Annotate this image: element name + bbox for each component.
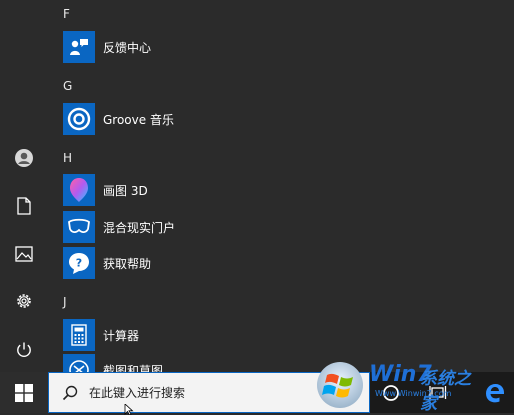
start-rail	[0, 0, 48, 372]
mixed-reality-icon	[63, 211, 95, 243]
rail-pictures-button[interactable]	[0, 234, 48, 274]
rail-power-button[interactable]	[0, 330, 48, 370]
app-label: 反馈中心	[103, 40, 152, 55]
group-header-g[interactable]: G	[63, 74, 93, 98]
app-label: 混合现实门户	[103, 220, 176, 235]
app-label: 计算器	[103, 328, 140, 343]
mouse-cursor-icon	[124, 404, 134, 415]
windows-logo-icon	[15, 383, 33, 402]
search-input[interactable]	[87, 384, 341, 401]
group-header-f[interactable]: F	[63, 2, 93, 26]
group-header-j[interactable]: J	[63, 290, 93, 314]
gear-icon	[17, 294, 31, 308]
start-menu: F 反馈中心 G Groove 音乐 H 画图 3D 混合现实门户 ? 获取帮助…	[0, 0, 514, 372]
app-label: 获取帮助	[103, 256, 152, 271]
edge-icon	[486, 383, 504, 402]
app-label: 画图 3D	[103, 183, 148, 198]
power-icon	[17, 342, 31, 357]
feedback-icon	[63, 31, 95, 63]
watermark-url: Www.Winwin7.com	[375, 389, 452, 398]
user-icon	[15, 149, 33, 167]
app-feedback-hub[interactable]: 反馈中心	[63, 30, 503, 64]
paint-3d-icon	[63, 174, 95, 206]
rail-settings-button[interactable]	[0, 281, 48, 321]
app-list: F 反馈中心 G Groove 音乐 H 画图 3D 混合现实门户 ? 获取帮助…	[48, 0, 514, 372]
rail-documents-button[interactable]	[0, 186, 48, 226]
app-label: 截图和草图	[103, 363, 164, 373]
app-get-help[interactable]: ? 获取帮助	[63, 246, 503, 280]
rail-user-button[interactable]	[0, 138, 48, 178]
app-paint-3d[interactable]: 画图 3D	[63, 173, 503, 207]
snip-sketch-icon	[63, 354, 95, 372]
svg-text:?: ?	[76, 257, 82, 270]
app-mixed-reality-portal[interactable]: 混合现实门户	[63, 210, 503, 244]
search-icon	[61, 384, 79, 402]
app-list-scrollbar[interactable]	[510, 0, 514, 372]
document-icon	[17, 197, 31, 215]
watermark: Win7 系统之家 Www.Winwin7.com	[315, 354, 485, 414]
start-button[interactable]	[0, 372, 48, 413]
picture-icon	[15, 246, 33, 262]
app-calculator[interactable]: 计算器	[63, 318, 503, 352]
app-groove-music[interactable]: Groove 音乐	[63, 102, 503, 136]
groove-music-icon	[63, 103, 95, 135]
windows7-orb-icon	[317, 362, 363, 408]
get-help-icon: ?	[63, 247, 95, 279]
group-header-h[interactable]: H	[63, 146, 93, 170]
app-label: Groove 音乐	[103, 112, 174, 127]
calculator-icon	[63, 319, 95, 351]
